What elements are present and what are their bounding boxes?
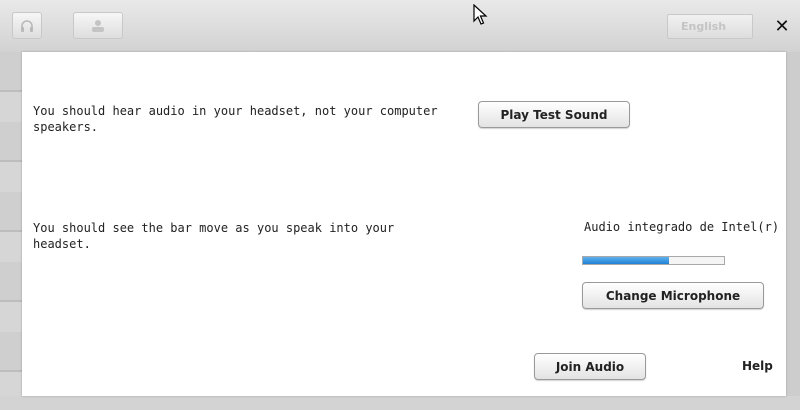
- headset-button[interactable]: [12, 12, 42, 39]
- help-link[interactable]: Help: [742, 359, 773, 373]
- presenter-button[interactable]: [73, 12, 123, 39]
- close-icon[interactable]: ✕: [772, 17, 792, 37]
- speaker-check-message: You should hear audio in your headset, n…: [33, 104, 438, 134]
- microphone-check-message: You should see the bar move as you speak…: [33, 221, 395, 251]
- audio-setup-dialog: You should hear audio in your headset, n…: [22, 52, 786, 396]
- background-panel-bottom: [0, 396, 800, 410]
- background-panel-right: [786, 52, 800, 410]
- presenter-icon: [92, 19, 104, 32]
- microphone-level-fill: [583, 257, 669, 264]
- microphone-device-name: Audio integrado de Intel(r): [584, 220, 780, 234]
- language-selector[interactable]: English: [667, 14, 753, 39]
- play-test-sound-button[interactable]: Play Test Sound: [478, 101, 630, 128]
- headset-icon: [21, 19, 33, 32]
- microphone-level-meter: [582, 256, 725, 265]
- join-audio-button[interactable]: Join Audio: [534, 353, 646, 380]
- background-panel-left: [0, 52, 22, 410]
- change-microphone-button[interactable]: Change Microphone: [582, 282, 764, 309]
- cursor-icon: [473, 3, 489, 30]
